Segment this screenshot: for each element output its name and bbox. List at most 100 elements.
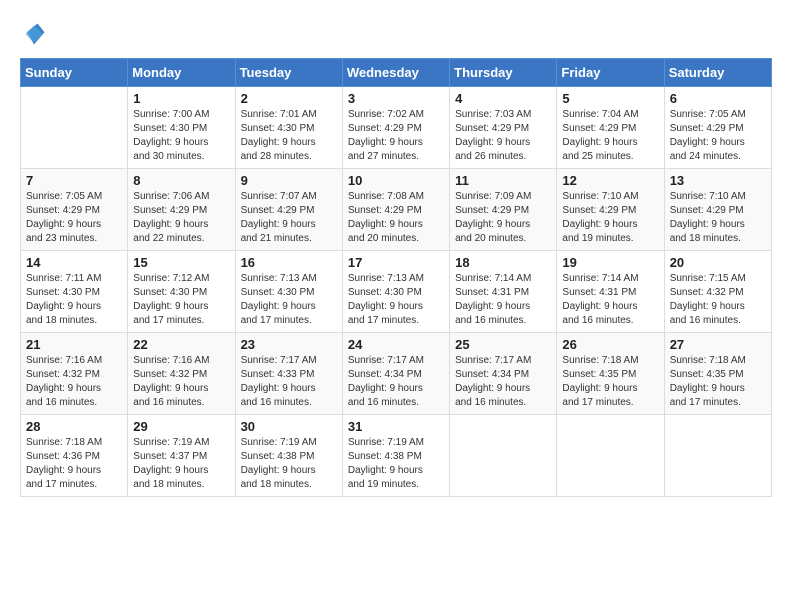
day-number: 20 [670, 255, 766, 270]
calendar-cell: 25 Sunrise: 7:17 AM Sunset: 4:34 PM Dayli… [450, 333, 557, 415]
day-number: 12 [562, 173, 658, 188]
calendar-cell: 2 Sunrise: 7:01 AM Sunset: 4:30 PM Daylig… [235, 87, 342, 169]
calendar-cell: 19Sunrise: 7:14 AM Sunset: 4:31 PM Dayli… [557, 251, 664, 333]
day-number: 14 [26, 255, 122, 270]
calendar-cell: 5 Sunrise: 7:04 AM Sunset: 4:29 PM Daylig… [557, 87, 664, 169]
calendar-cell: 11 Sunrise: 7:09 AM Sunset: 4:29 PM Dayli… [450, 169, 557, 251]
day-number: 11 [455, 173, 551, 188]
day-number: 31 [348, 419, 444, 434]
day-number: 18 [455, 255, 551, 270]
day-info: Sunrise: 7:01 AM Sunset: 4:30 PM Dayligh… [241, 108, 337, 164]
calendar-cell: 18 Sunrise: 7:14 AM Sunset: 4:31 PM Dayli… [450, 251, 557, 333]
day-number: 4 [455, 91, 551, 106]
calendar-cell: 8Sunrise: 7:06 AM Sunset: 4:29 PM Daylig… [128, 169, 235, 251]
day-info: Sunrise: 7:14 AM Sunset: 4:31 PM Dayligh… [455, 272, 551, 328]
page-header [20, 20, 772, 48]
day-number: 19 [562, 255, 658, 270]
day-number: 7 [26, 173, 122, 188]
day-number: 2 [241, 91, 337, 106]
day-info: Sunrise: 7:08 AM Sunset: 4:29 PM Dayligh… [348, 190, 444, 246]
calendar-week-row: 14 Sunrise: 7:11 AM Sunset: 4:30 PM Dayli… [21, 251, 772, 333]
calendar-cell [21, 87, 128, 169]
day-number: 30 [241, 419, 337, 434]
calendar-week-row: 1 Sunrise: 7:00 AM Sunset: 4:30 PM Daylig… [21, 87, 772, 169]
day-number: 1 [133, 91, 229, 106]
day-number: 23 [241, 337, 337, 352]
logo [20, 20, 52, 48]
day-info: Sunrise: 7:16 AM Sunset: 4:32 PM Dayligh… [133, 354, 229, 410]
day-number: 28 [26, 419, 122, 434]
day-info: Sunrise: 7:12 AM Sunset: 4:30 PM Dayligh… [133, 272, 229, 328]
day-info: Sunrise: 7:13 AM Sunset: 4:30 PM Dayligh… [348, 272, 444, 328]
header-monday: Monday [128, 59, 235, 87]
day-number: 21 [26, 337, 122, 352]
calendar-cell: 10Sunrise: 7:08 AM Sunset: 4:29 PM Dayli… [342, 169, 449, 251]
day-number: 5 [562, 91, 658, 106]
day-info: Sunrise: 7:11 AM Sunset: 4:30 PM Dayligh… [26, 272, 122, 328]
calendar-cell: 1 Sunrise: 7:00 AM Sunset: 4:30 PM Daylig… [128, 87, 235, 169]
day-number: 29 [133, 419, 229, 434]
day-info: Sunrise: 7:18 AM Sunset: 4:35 PM Dayligh… [670, 354, 766, 410]
calendar-week-row: 28 Sunrise: 7:18 AM Sunset: 4:36 PM Dayli… [21, 415, 772, 497]
calendar-cell: 31Sunrise: 7:19 AM Sunset: 4:38 PM Dayli… [342, 415, 449, 497]
day-info: Sunrise: 7:05 AM Sunset: 4:29 PM Dayligh… [670, 108, 766, 164]
day-info: Sunrise: 7:02 AM Sunset: 4:29 PM Dayligh… [348, 108, 444, 164]
calendar-cell: 12 Sunrise: 7:10 AM Sunset: 4:29 PM Dayli… [557, 169, 664, 251]
calendar-cell: 3Sunrise: 7:02 AM Sunset: 4:29 PM Daylig… [342, 87, 449, 169]
calendar-cell [664, 415, 771, 497]
header-sunday: Sunday [21, 59, 128, 87]
calendar-cell: 28 Sunrise: 7:18 AM Sunset: 4:36 PM Dayli… [21, 415, 128, 497]
calendar-cell: 16 Sunrise: 7:13 AM Sunset: 4:30 PM Dayli… [235, 251, 342, 333]
header-friday: Friday [557, 59, 664, 87]
calendar-cell: 7 Sunrise: 7:05 AM Sunset: 4:29 PM Daylig… [21, 169, 128, 251]
calendar-cell: 17 Sunrise: 7:13 AM Sunset: 4:30 PM Dayli… [342, 251, 449, 333]
calendar-header-row: SundayMondayTuesdayWednesdayThursdayFrid… [21, 59, 772, 87]
day-number: 6 [670, 91, 766, 106]
logo-icon [20, 20, 48, 48]
day-info: Sunrise: 7:05 AM Sunset: 4:29 PM Dayligh… [26, 190, 122, 246]
day-info: Sunrise: 7:19 AM Sunset: 4:37 PM Dayligh… [133, 436, 229, 492]
calendar-cell: 27 Sunrise: 7:18 AM Sunset: 4:35 PM Dayli… [664, 333, 771, 415]
calendar-cell: 21Sunrise: 7:16 AM Sunset: 4:32 PM Dayli… [21, 333, 128, 415]
day-number: 24 [348, 337, 444, 352]
day-number: 25 [455, 337, 551, 352]
day-info: Sunrise: 7:18 AM Sunset: 4:36 PM Dayligh… [26, 436, 122, 492]
calendar-cell: 29 Sunrise: 7:19 AM Sunset: 4:37 PM Dayli… [128, 415, 235, 497]
calendar-cell: 14 Sunrise: 7:11 AM Sunset: 4:30 PM Dayli… [21, 251, 128, 333]
calendar-cell: 15 Sunrise: 7:12 AM Sunset: 4:30 PM Dayli… [128, 251, 235, 333]
day-number: 17 [348, 255, 444, 270]
calendar-cell: 13 Sunrise: 7:10 AM Sunset: 4:29 PM Dayli… [664, 169, 771, 251]
day-info: Sunrise: 7:07 AM Sunset: 4:29 PM Dayligh… [241, 190, 337, 246]
day-number: 16 [241, 255, 337, 270]
day-info: Sunrise: 7:00 AM Sunset: 4:30 PM Dayligh… [133, 108, 229, 164]
calendar-cell: 26 Sunrise: 7:18 AM Sunset: 4:35 PM Dayli… [557, 333, 664, 415]
calendar-cell: 30 Sunrise: 7:19 AM Sunset: 4:38 PM Dayli… [235, 415, 342, 497]
day-info: Sunrise: 7:19 AM Sunset: 4:38 PM Dayligh… [241, 436, 337, 492]
calendar-cell: 24Sunrise: 7:17 AM Sunset: 4:34 PM Dayli… [342, 333, 449, 415]
day-number: 26 [562, 337, 658, 352]
header-wednesday: Wednesday [342, 59, 449, 87]
day-info: Sunrise: 7:10 AM Sunset: 4:29 PM Dayligh… [562, 190, 658, 246]
calendar-cell: 6 Sunrise: 7:05 AM Sunset: 4:29 PM Daylig… [664, 87, 771, 169]
header-tuesday: Tuesday [235, 59, 342, 87]
day-number: 15 [133, 255, 229, 270]
day-info: Sunrise: 7:09 AM Sunset: 4:29 PM Dayligh… [455, 190, 551, 246]
day-info: Sunrise: 7:04 AM Sunset: 4:29 PM Dayligh… [562, 108, 658, 164]
day-number: 13 [670, 173, 766, 188]
header-saturday: Saturday [664, 59, 771, 87]
day-info: Sunrise: 7:06 AM Sunset: 4:29 PM Dayligh… [133, 190, 229, 246]
day-info: Sunrise: 7:15 AM Sunset: 4:32 PM Dayligh… [670, 272, 766, 328]
day-info: Sunrise: 7:03 AM Sunset: 4:29 PM Dayligh… [455, 108, 551, 164]
day-info: Sunrise: 7:10 AM Sunset: 4:29 PM Dayligh… [670, 190, 766, 246]
calendar-cell: 4 Sunrise: 7:03 AM Sunset: 4:29 PM Daylig… [450, 87, 557, 169]
header-thursday: Thursday [450, 59, 557, 87]
day-number: 9 [241, 173, 337, 188]
day-number: 27 [670, 337, 766, 352]
calendar-cell [557, 415, 664, 497]
calendar-cell [450, 415, 557, 497]
day-info: Sunrise: 7:18 AM Sunset: 4:35 PM Dayligh… [562, 354, 658, 410]
day-info: Sunrise: 7:13 AM Sunset: 4:30 PM Dayligh… [241, 272, 337, 328]
calendar-week-row: 7 Sunrise: 7:05 AM Sunset: 4:29 PM Daylig… [21, 169, 772, 251]
calendar-cell: 9 Sunrise: 7:07 AM Sunset: 4:29 PM Daylig… [235, 169, 342, 251]
day-info: Sunrise: 7:17 AM Sunset: 4:34 PM Dayligh… [455, 354, 551, 410]
